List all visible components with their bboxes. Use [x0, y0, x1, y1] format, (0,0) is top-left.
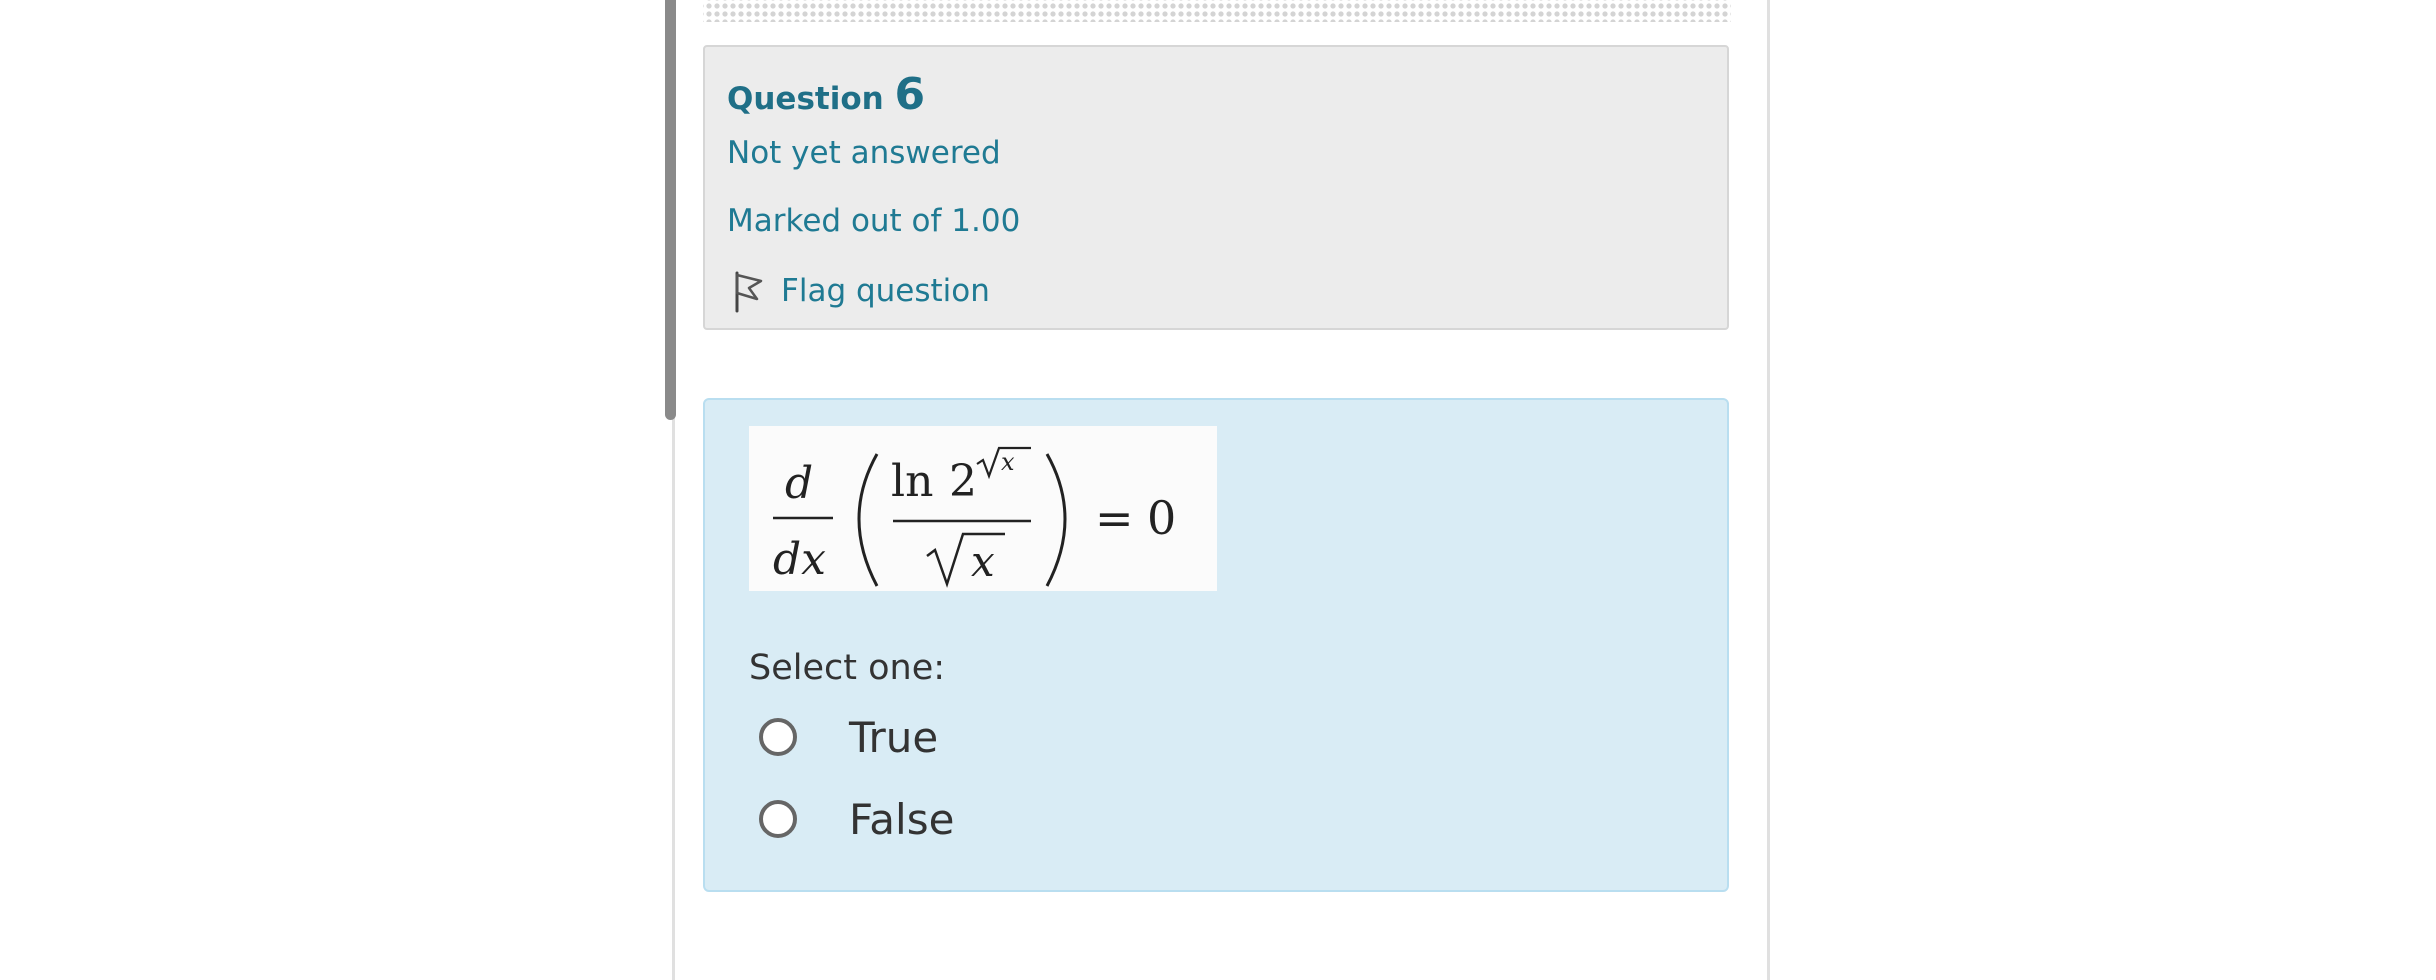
- question-number: 6: [894, 69, 926, 120]
- question-grade: Marked out of 1.00: [727, 203, 1021, 239]
- formula-dx: dx: [773, 534, 826, 585]
- radio-false[interactable]: [759, 800, 797, 838]
- formula-exponent-x: x: [1001, 448, 1015, 476]
- derivative-formula: d dx ln 2 x x = 0: [773, 446, 1176, 588]
- radio-true[interactable]: [759, 718, 797, 756]
- question-info-panel: Question 6 Not yet answered Marked out o…: [703, 45, 1729, 330]
- formula-two: 2: [949, 456, 977, 507]
- formula-d: d: [785, 458, 813, 509]
- formula-zero: 0: [1147, 491, 1176, 545]
- option-false[interactable]: False: [759, 794, 954, 844]
- dotted-divider: [703, 0, 1731, 22]
- question-content-panel: d dx ln 2 x x = 0 Select one: True False: [703, 398, 1729, 892]
- formula-ln: ln: [891, 456, 933, 507]
- option-false-label[interactable]: False: [849, 795, 954, 844]
- flag-icon[interactable]: [727, 269, 767, 313]
- option-true[interactable]: True: [759, 712, 938, 762]
- formula-left-paren: [857, 453, 879, 587]
- question-state: Not yet answered: [727, 135, 1001, 171]
- formula-equals: =: [1095, 491, 1134, 545]
- question-title: Question 6: [727, 69, 925, 120]
- formula-right-paren: [1045, 453, 1067, 587]
- scrollbar-thumb[interactable]: [665, 0, 676, 420]
- formula-image: d dx ln 2 x x = 0: [749, 426, 1217, 591]
- flag-question-label[interactable]: Flag question: [781, 273, 990, 309]
- question-label: Question: [727, 81, 884, 117]
- flag-question-button[interactable]: Flag question: [727, 269, 990, 313]
- option-true-label[interactable]: True: [849, 713, 938, 762]
- select-one-prompt: Select one:: [749, 648, 946, 688]
- formula-denominator-x: x: [971, 537, 995, 586]
